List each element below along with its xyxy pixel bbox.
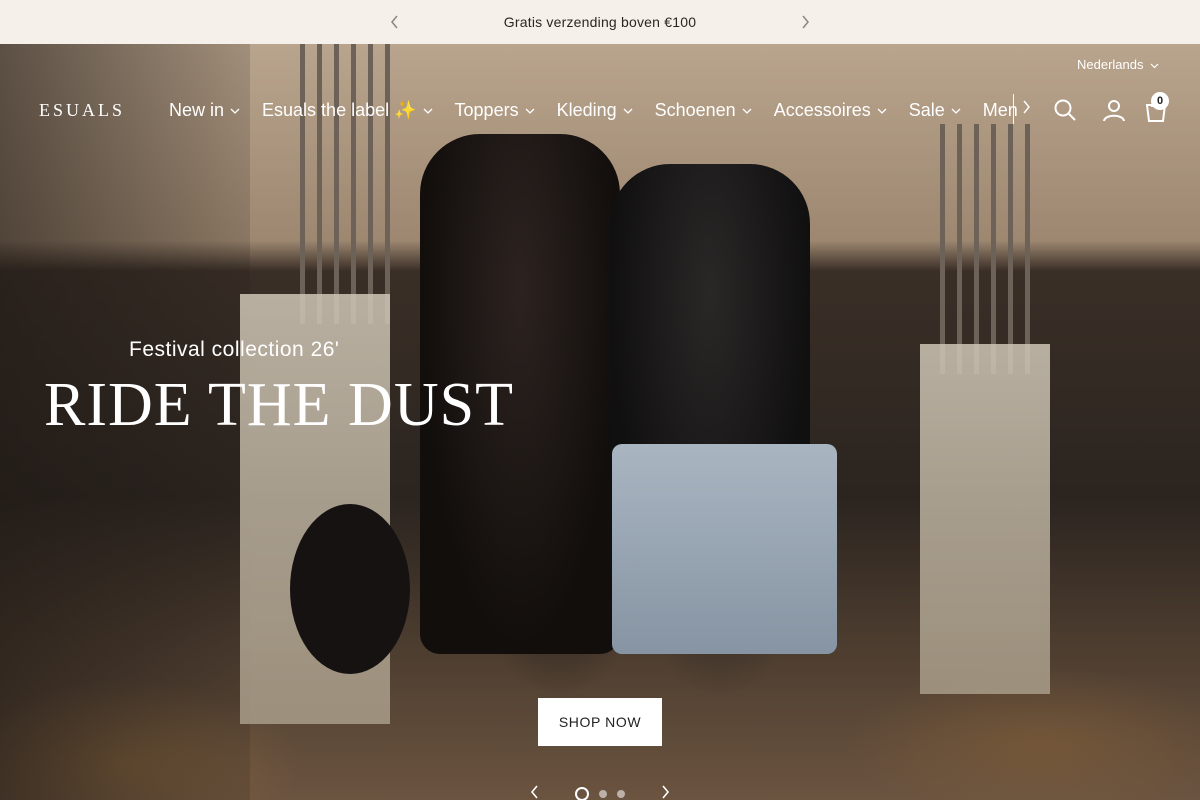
- slider-controls: [530, 784, 670, 800]
- chevron-left-icon[interactable]: [385, 12, 405, 32]
- announcement-bar: Gratis verzending boven €100: [0, 0, 1200, 44]
- nav-item-toppers[interactable]: Toppers: [455, 100, 535, 121]
- search-icon[interactable]: [1051, 96, 1079, 124]
- nav-item-esuals-the-label[interactable]: Esuals the label ✨: [262, 100, 433, 121]
- nav-item-new-in[interactable]: New in: [169, 100, 240, 121]
- nav-item-accessoires[interactable]: Accessoires: [774, 100, 887, 121]
- slide-dots: [575, 787, 625, 800]
- slide-next-icon[interactable]: [660, 784, 670, 800]
- stall-door: [920, 344, 1050, 694]
- chevron-down-icon: [742, 105, 752, 117]
- nav-item-label: New in: [169, 99, 225, 120]
- nav-item-label: Schoenen: [654, 99, 736, 120]
- chevron-down-icon: [423, 105, 433, 117]
- language-label: Nederlands: [1077, 57, 1144, 72]
- slide-dot[interactable]: [617, 790, 625, 798]
- chevron-down-icon: [877, 105, 887, 117]
- nav-item-sale[interactable]: Sale: [909, 100, 961, 121]
- chevron-down-icon: [525, 105, 535, 117]
- chevron-right-icon[interactable]: [795, 12, 815, 32]
- chevron-right-icon: [1022, 100, 1030, 119]
- slide-prev-icon[interactable]: [530, 784, 540, 800]
- main-nav: New in Esuals the label ✨ Toppers Kledin…: [169, 96, 1017, 124]
- chevron-down-icon: [951, 105, 961, 117]
- denim-shorts-shape: [612, 444, 837, 654]
- stall-bars: [940, 124, 1030, 374]
- nav-item-schoenen[interactable]: Schoenen: [655, 100, 752, 121]
- language-selector[interactable]: Nederlands: [1077, 57, 1159, 72]
- chevron-down-icon: [230, 105, 240, 117]
- nav-item-label: Sale: [908, 99, 945, 120]
- nav-item-men[interactable]: Men: [983, 100, 1017, 121]
- shop-now-button[interactable]: SHOP NOW: [538, 698, 662, 746]
- nav-scroll-right-button[interactable]: [1013, 94, 1037, 124]
- hero-headline: RIDE THE DUST: [44, 371, 514, 439]
- account-icon[interactable]: [1100, 96, 1128, 124]
- chevron-down-icon: [1150, 57, 1159, 72]
- nav-item-kleding[interactable]: Kleding: [557, 100, 633, 121]
- nav-item-label: Esuals the label ✨: [262, 99, 417, 120]
- stall-bars: [300, 44, 390, 324]
- hat-shape: [290, 504, 410, 674]
- cart-count-badge: 0: [1151, 92, 1169, 110]
- nav-item-label: Accessoires: [773, 99, 871, 120]
- slide-dot[interactable]: [599, 790, 607, 798]
- slide-dot-active[interactable]: [575, 787, 589, 800]
- chevron-down-icon: [623, 105, 633, 117]
- hero-subtitle: Festival collection 26': [129, 338, 340, 361]
- nav-item-label: Kleding: [556, 99, 617, 120]
- nav-item-label: Toppers: [454, 99, 519, 120]
- announcement-text: Gratis verzending boven €100: [503, 14, 697, 30]
- brand-logo[interactable]: ESUALS: [39, 100, 125, 121]
- nav-item-label: Men: [982, 99, 1017, 120]
